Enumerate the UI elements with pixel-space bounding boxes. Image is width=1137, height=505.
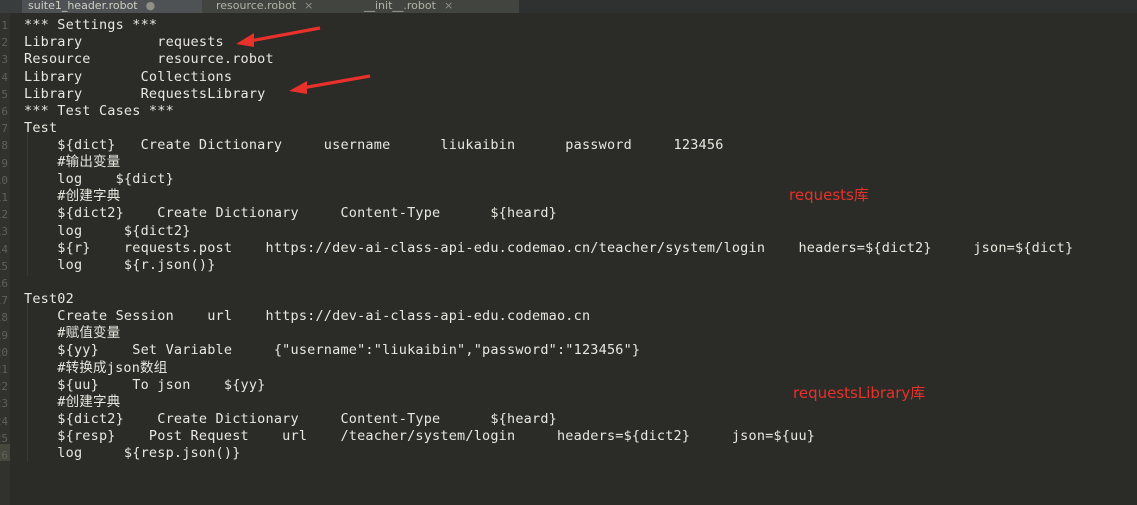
code-line: Library RequestsLibrary (24, 86, 266, 102)
tab-modified-dot[interactable]: ● (146, 0, 156, 12)
code-line: Create Session url https://dev-ai-class-… (24, 308, 591, 324)
requests-library-note: requests库 (789, 186, 869, 204)
tab-init-robot[interactable]: __init__.robot × (358, 0, 498, 13)
code-line: ${r} requests.post https://dev-ai-class-… (24, 240, 1074, 256)
code-line: log ${dict2} (24, 223, 191, 239)
tab-suite1-header-robot[interactable]: suite1_header.robot ● (22, 0, 202, 13)
code-line: #创建字典 (24, 394, 121, 410)
code-line: #赋值变量 (24, 325, 121, 341)
code-line: ${dict2} Create Dictionary Content-Type … (24, 411, 557, 427)
code-line: ${resp} Post Request url /teacher/system… (24, 428, 816, 444)
code-line: #转换成json数组 (24, 360, 168, 376)
requestslibrary-note: requestsLibrary库 (793, 384, 926, 402)
editor-tab-bar: suite1_header.robot ● resource.robot × _… (0, 0, 1137, 13)
code-line: ${dict} Create Dictionary username liuka… (24, 137, 724, 153)
code-line: #创建字典 (24, 188, 121, 204)
code-line: log ${r.json()} (24, 257, 216, 273)
code-line: Test02 (24, 291, 74, 307)
close-icon[interactable]: × (304, 0, 313, 12)
code-line: log ${dict} (24, 171, 174, 187)
code-line: ${yy} Set Variable {"username":"liukaibi… (24, 342, 641, 358)
tab-label: __init__.robot (364, 0, 436, 12)
code-line: Resource resource.robot (24, 51, 274, 67)
code-line: Library Collections (24, 69, 233, 85)
code-line: ${dict2} Create Dictionary Content-Type … (24, 205, 557, 221)
arrow-to-requestslibrary (289, 74, 371, 94)
arrow-to-requests (236, 26, 321, 47)
code-line: *** Test Cases *** (24, 103, 174, 119)
code-line: *** Settings *** (24, 17, 158, 33)
tab-label: suite1_header.robot (28, 0, 138, 12)
code-editor[interactable]: 1234567891011121314151617181920212223242… (0, 13, 1137, 505)
tab-resource-robot[interactable]: resource.robot × (210, 0, 340, 13)
code-line: Test (24, 120, 58, 136)
tab-bar-right-edge (519, 0, 1137, 13)
close-icon[interactable]: × (444, 0, 453, 12)
code-line: ${uu} To json ${yy} (24, 377, 266, 393)
code-line: #输出变量 (24, 154, 121, 170)
tab-bar-left-edge (0, 0, 22, 13)
code-content[interactable]: *** Settings *** Library requests Resour… (0, 13, 1137, 505)
editor-window: suite1_header.robot ● resource.robot × _… (0, 0, 1137, 505)
code-line: log ${resp.json()} (24, 445, 241, 461)
tab-label: resource.robot (216, 0, 297, 12)
code-line: Library requests (24, 34, 224, 50)
